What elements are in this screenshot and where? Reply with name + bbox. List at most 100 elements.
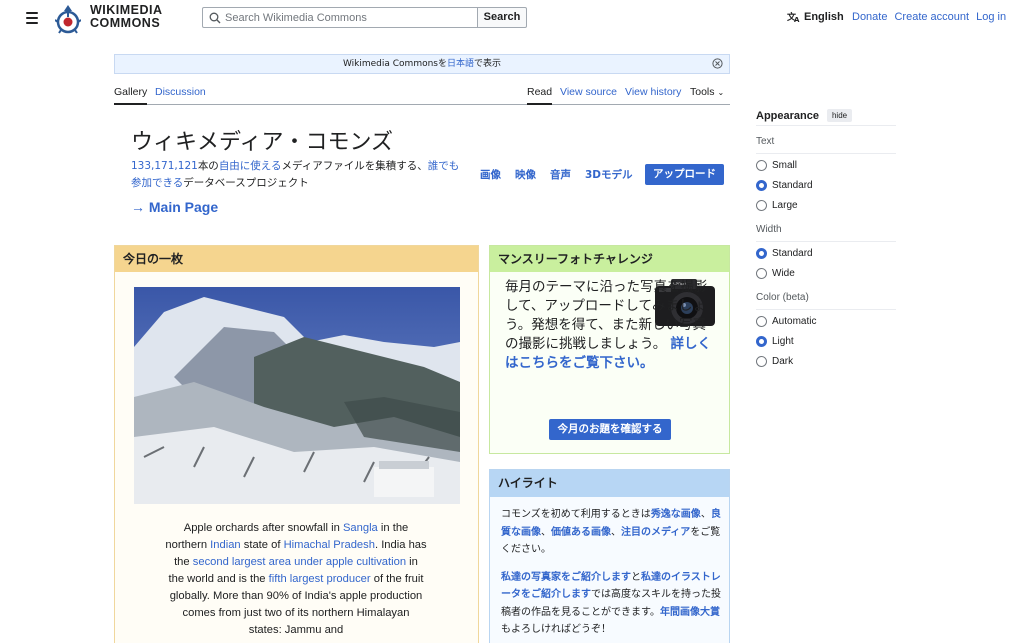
search-button[interactable]: Search [477, 7, 527, 28]
intro-part: データベースプロジェクト [183, 177, 309, 189]
radio-label: Large [772, 199, 798, 211]
color-option-dark[interactable]: Dark [756, 352, 896, 370]
tab-read[interactable]: Read [527, 86, 553, 105]
audio-link[interactable]: 音声 [550, 167, 571, 182]
logo-line-2: COMMONS [90, 16, 161, 30]
width-option-standard[interactable]: Standard [756, 244, 896, 262]
valued-images-link[interactable]: 価値ある画像 [551, 527, 611, 538]
main-menu-button[interactable] [26, 12, 38, 24]
free-to-use-link[interactable]: 自由に使える [219, 160, 282, 172]
width-option-wide[interactable]: Wide [756, 264, 896, 282]
radio-button[interactable] [756, 335, 767, 347]
picture-of-the-day-box: 今日の一枚 Apple orchards after snowfall in S… [114, 245, 479, 643]
tab-view-history[interactable]: View history [625, 86, 681, 105]
monthly-challenge-box: マンスリーフォトチャレンジ Canon 毎月のテーマに沿った写真を撮影して、アッ… [489, 245, 730, 454]
radio-label: Wide [772, 267, 795, 279]
hide-appearance-button[interactable]: hide [826, 109, 853, 122]
intro-part: 本の [197, 160, 219, 172]
language-icon: 文 A [787, 11, 800, 23]
page-title: ウィキメディア・コモンズ [131, 130, 394, 155]
hl-text: と [631, 571, 641, 583]
highlights-box: ハイライト コモンズを初めて利用するときは秀逸な画像、良質な画像、価値ある画像、… [489, 469, 730, 643]
caption-text: state of [240, 539, 284, 551]
radio-label: Light [772, 335, 794, 347]
language-selector[interactable]: 文 A English [787, 11, 844, 23]
himachal-pradesh-link[interactable]: Himachal Pradesh [284, 539, 375, 551]
media-type-links: 画像 映像 音声 3Dモデル [480, 167, 633, 182]
tab-discussion[interactable]: Discussion [155, 86, 206, 105]
page-tabs: Gallery Discussion Read View source View… [114, 76, 730, 105]
hl-text: コモンズを初めて利用するときは [501, 509, 651, 520]
highlights-paragraph-1: コモンズを初めて利用するときは秀逸な画像、良質な画像、価値ある画像、注目のメディ… [501, 506, 723, 559]
color-option-automatic[interactable]: Automatic [756, 312, 896, 330]
login-link[interactable]: Log in [976, 11, 1006, 23]
banner-text: Wikimedia Commonsを [342, 59, 447, 69]
hl-text: 、 [611, 526, 621, 538]
monthly-description: 毎月のテーマに沿った写真を撮影して、アップロードしてみましょう。発想を得て、また… [505, 278, 717, 373]
meet-photographers-link[interactable]: 私達の写真家をご紹介します [501, 572, 631, 583]
images-link[interactable]: 画像 [480, 167, 501, 182]
tab-view-source[interactable]: View source [560, 86, 617, 105]
radio-button[interactable] [756, 315, 767, 327]
radio-button[interactable] [756, 247, 767, 259]
banner-language-link[interactable]: 日本語 [447, 59, 474, 69]
radio-label: Standard [772, 247, 813, 259]
this-month-theme-button[interactable]: 今月のお題を確認する [549, 419, 671, 440]
chevron-down-icon: ⌄ [717, 88, 725, 97]
radio-button[interactable] [756, 199, 767, 211]
radio-button[interactable] [756, 179, 767, 191]
text-size-option-small[interactable]: Small [756, 156, 896, 174]
3d-models-link[interactable]: 3Dモデル [585, 167, 633, 182]
video-link[interactable]: 映像 [515, 167, 536, 182]
create-account-link[interactable]: Create account [894, 11, 969, 23]
close-icon[interactable] [712, 58, 723, 69]
featured-media-link[interactable]: 注目のメディア [621, 527, 690, 538]
search-field[interactable] [202, 7, 478, 28]
appearance-heading: Appearance hide [756, 108, 896, 126]
width-label: Width [756, 224, 896, 242]
tools-menu[interactable]: Tools ⌄ [690, 86, 724, 105]
text-size-option-standard[interactable]: Standard [756, 176, 896, 194]
hl-text: 、 [541, 526, 551, 538]
indian-link[interactable]: Indian [210, 539, 240, 551]
color-option-light[interactable]: Light [756, 332, 896, 350]
appearance-panel: Appearance hide Text Small Standard Large W… [756, 108, 896, 370]
fifth-largest-link[interactable]: fifth largest producer [269, 573, 371, 585]
text-size-label: Text [756, 136, 896, 154]
text-size-option-large[interactable]: Large [756, 196, 896, 214]
highlights-paragraph-2: 私達の写真家をご紹介しますと私達のイラストレータをご紹介しますでは高度なスキルを… [501, 569, 723, 639]
main-page-link[interactable]: → Main Page [131, 199, 218, 215]
radio-button[interactable] [756, 267, 767, 279]
radio-label: Dark [772, 355, 794, 367]
sangla-link[interactable]: Sangla [343, 522, 378, 534]
radio-button[interactable] [756, 159, 767, 171]
second-largest-link[interactable]: second largest area under apple cultivat… [193, 556, 406, 568]
intro-part: メディアファイルを集積する、 [281, 160, 428, 172]
intro-text: 133,171,121本の自由に使えるメディアファイルを集積する、誰でも参加でき… [131, 158, 461, 192]
hl-text: もよろしければどうぞ！ [501, 624, 611, 635]
potd-image[interactable] [134, 287, 460, 504]
radio-label: Small [772, 159, 798, 171]
language-label: English [804, 11, 844, 23]
donate-link[interactable]: Donate [852, 11, 887, 23]
upload-button[interactable]: アップロード [645, 164, 724, 185]
potd-heading: 今日の一枚 [115, 246, 478, 272]
language-banner: Wikimedia Commonsを日本語で表示 [114, 54, 730, 74]
tab-gallery[interactable]: Gallery [114, 86, 148, 105]
file-count-link[interactable]: 133,171,121 [131, 160, 198, 172]
personal-tools: Donate Create account Log in [852, 11, 1006, 23]
search-input[interactable] [225, 9, 475, 26]
radio-button[interactable] [756, 355, 767, 367]
picture-of-the-year-link[interactable]: 年間画像大賞 [660, 607, 720, 618]
wikimedia-commons-logo-icon[interactable] [55, 3, 81, 35]
hl-text: 、 [700, 509, 711, 520]
monthly-heading: マンスリーフォトチャレンジ [490, 246, 729, 272]
potd-caption: Apple orchards after snowfall in Sangla … [165, 520, 427, 639]
highlights-heading: ハイライト [490, 470, 729, 497]
appearance-title: Appearance [756, 109, 819, 122]
radio-label: Automatic [772, 315, 817, 327]
color-label: Color (beta) [756, 292, 896, 310]
caption-text: Apple orchards after snowfall in [183, 522, 343, 534]
featured-pictures-link[interactable]: 秀逸な画像 [651, 509, 701, 520]
site-wordmark[interactable]: WIKIMEDIA COMMONS [90, 4, 163, 30]
